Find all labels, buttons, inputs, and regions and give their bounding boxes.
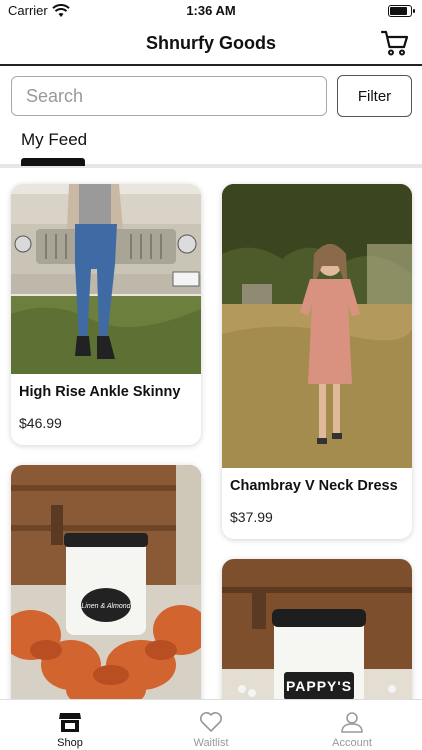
person-icon bbox=[341, 712, 363, 733]
product-card[interactable]: Linen & Almond bbox=[11, 465, 201, 699]
search-input[interactable] bbox=[11, 76, 327, 116]
heart-icon bbox=[200, 712, 222, 732]
product-price: $46.99 bbox=[19, 415, 62, 431]
tab-label: Account bbox=[332, 737, 372, 749]
candle-label-text: PAPPY'S bbox=[286, 678, 352, 694]
product-image: PAPPY'S bbox=[222, 559, 412, 699]
tab-my-feed[interactable]: My Feed bbox=[21, 130, 87, 150]
product-card[interactable]: Chambray V Neck Dress $37.99 bbox=[222, 184, 412, 539]
tab-shop[interactable]: Shop bbox=[0, 700, 140, 750]
filter-button[interactable]: Filter bbox=[337, 75, 412, 117]
tab-label: Waitlist bbox=[193, 737, 229, 749]
product-feed[interactable]: High Rise Ankle Skinny $46.99 Chambray V… bbox=[0, 172, 422, 699]
cart-icon[interactable] bbox=[380, 28, 410, 58]
bottom-tab-bar: Shop Waitlist Account bbox=[0, 699, 422, 750]
product-image bbox=[11, 184, 201, 374]
tab-label: Shop bbox=[57, 737, 83, 749]
product-title: High Rise Ankle Skinny bbox=[19, 384, 181, 400]
feed-tabs: My Feed bbox=[0, 126, 422, 168]
product-image bbox=[222, 184, 412, 468]
tab-indicator bbox=[21, 158, 85, 166]
nav-bar: Shnurfy Goods bbox=[0, 22, 422, 66]
tab-waitlist[interactable]: Waitlist bbox=[141, 700, 281, 750]
product-card[interactable]: High Rise Ankle Skinny $46.99 bbox=[11, 184, 201, 445]
battery-icon bbox=[388, 5, 415, 17]
product-image: Linen & Almond bbox=[11, 465, 201, 699]
product-title: Chambray V Neck Dress bbox=[230, 478, 398, 494]
status-bar: Carrier 1:36 AM bbox=[0, 0, 422, 22]
product-card[interactable]: PAPPY'S bbox=[222, 559, 412, 699]
candle-label-text: Linen & Almond bbox=[81, 603, 131, 610]
store-icon bbox=[59, 713, 81, 732]
product-price: $37.99 bbox=[230, 509, 273, 525]
page-title: Shnurfy Goods bbox=[146, 33, 276, 53]
search-row: Filter bbox=[0, 66, 422, 126]
tab-account[interactable]: Account bbox=[282, 700, 422, 750]
clock: 1:36 AM bbox=[186, 3, 236, 18]
